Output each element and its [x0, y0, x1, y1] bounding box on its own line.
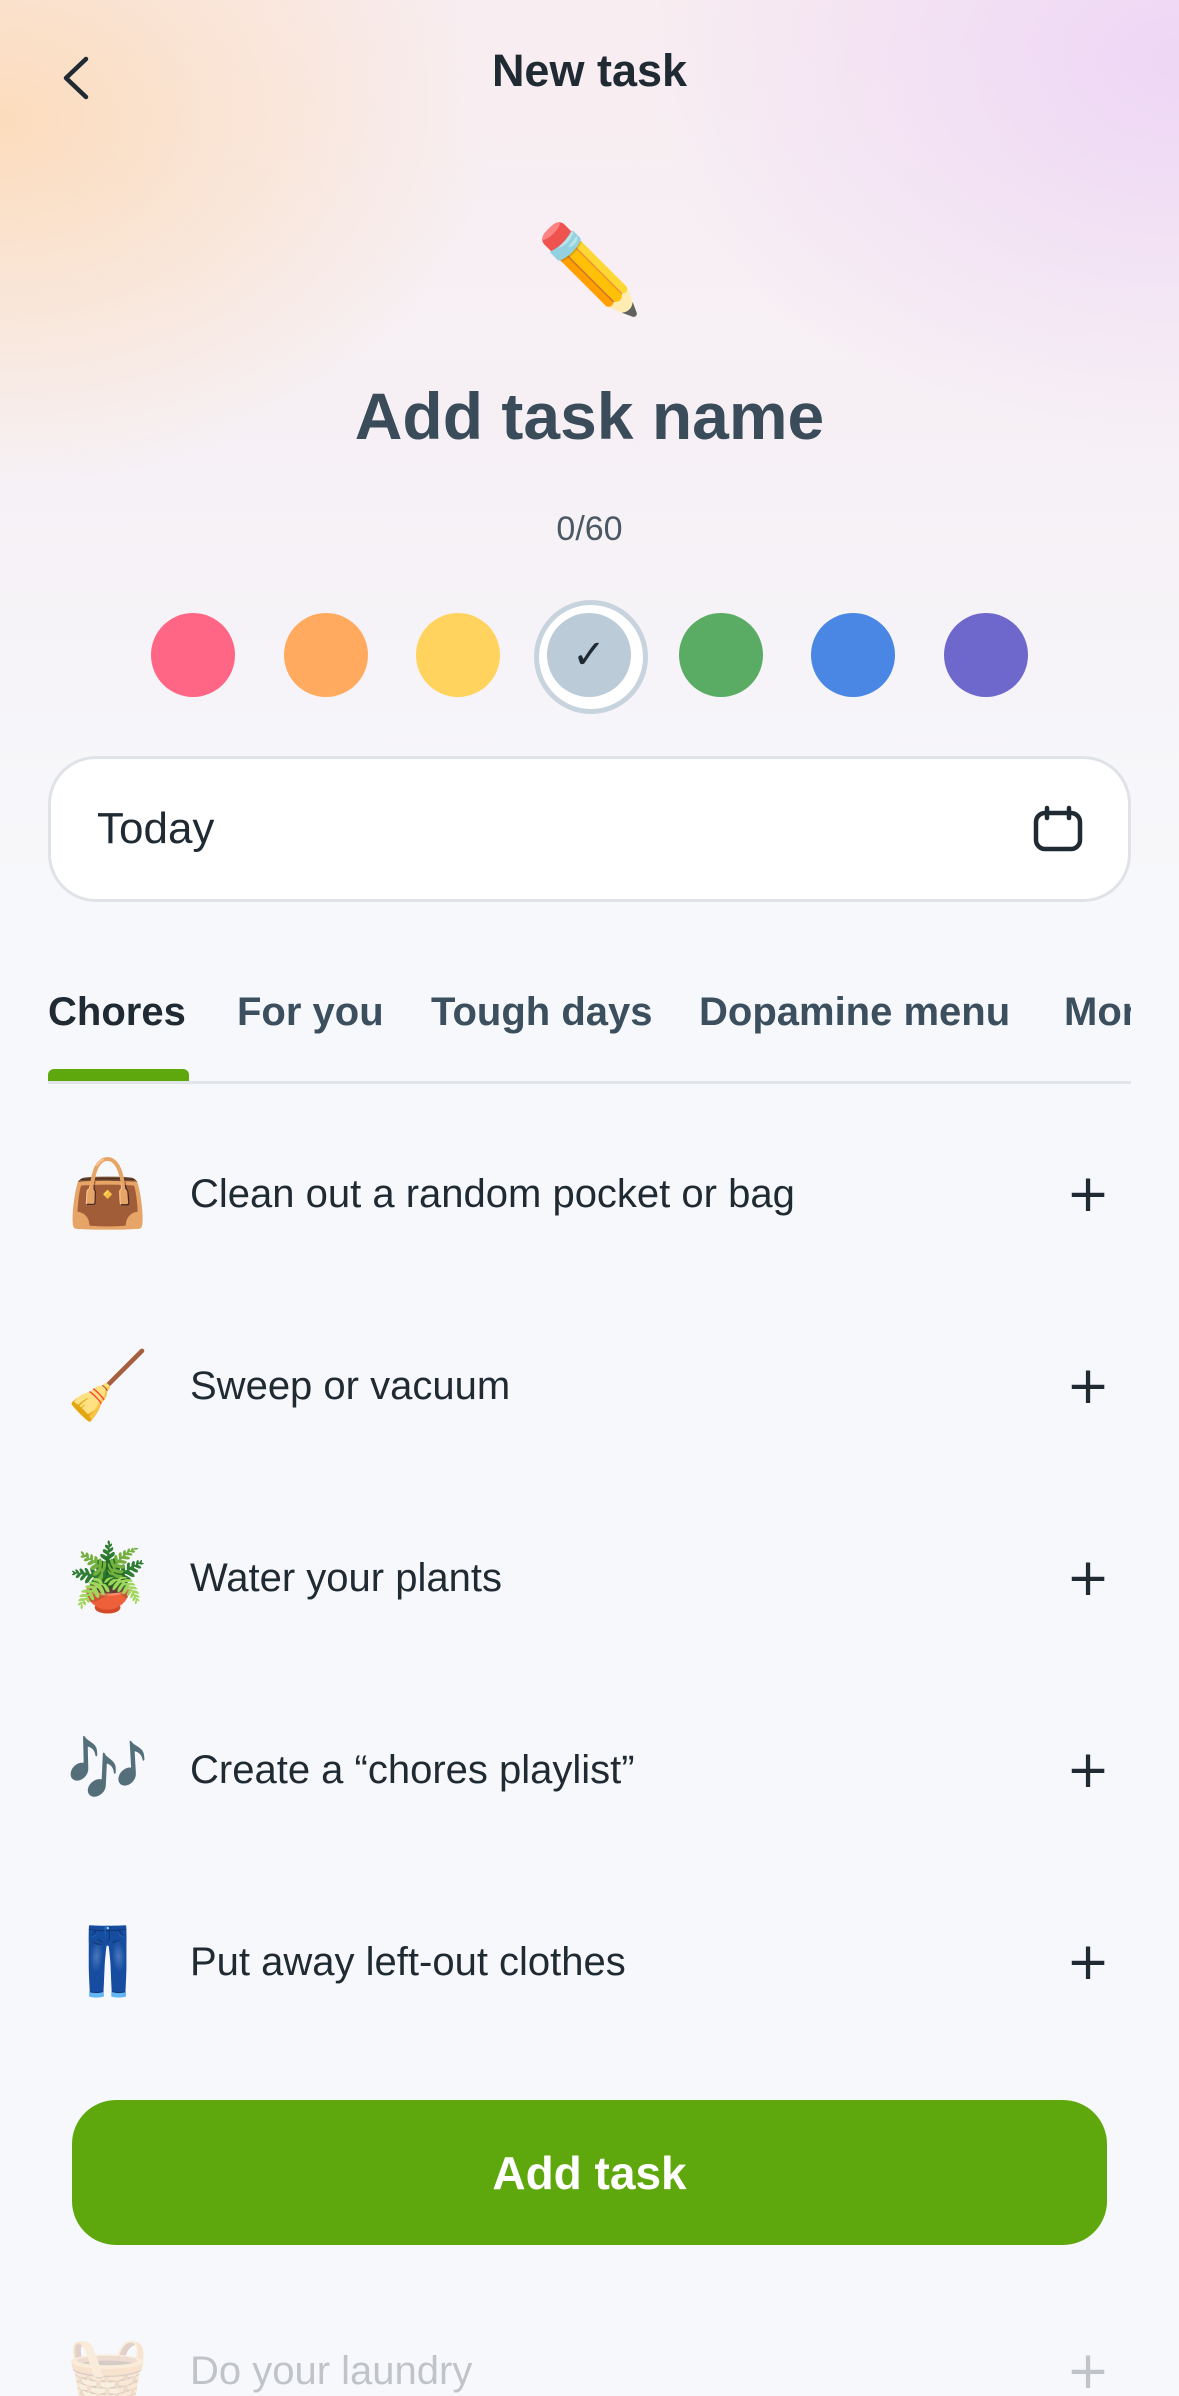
- list-item-label: Put away left-out clothes: [190, 1939, 626, 1984]
- char-count: 0/60: [556, 510, 623, 548]
- tab-tough-days[interactable]: Tough days: [431, 976, 652, 1081]
- list-item[interactable]: 👖 Put away left-out clothes +: [48, 1887, 1131, 2037]
- page-title: New task: [491, 45, 688, 96]
- tab-indicator: [48, 1069, 189, 1081]
- music-notes-icon: 🎶: [66, 1731, 150, 1808]
- color-picker: ✓: [0, 596, 1179, 716]
- calendar-icon: [1033, 805, 1083, 852]
- tab-chores[interactable]: Chores: [48, 976, 186, 1081]
- jeans-icon: 👖: [66, 1923, 150, 2000]
- list-item[interactable]: 🧹 Sweep or vacuum +: [48, 1311, 1131, 1461]
- color-swatch-orange[interactable]: [284, 613, 368, 697]
- add-suggestion-button[interactable]: +: [1053, 1543, 1123, 1613]
- list-item[interactable]: 🧺 Do your laundry +: [48, 2296, 1131, 2396]
- list-item-label: Create a “chores playlist”: [190, 1747, 635, 1792]
- add-suggestion-button[interactable]: +: [1053, 1159, 1123, 1229]
- bag-icon: 👜: [66, 1155, 150, 1232]
- date-selector[interactable]: Today: [48, 756, 1131, 902]
- add-suggestion-button[interactable]: +: [1053, 1927, 1123, 1997]
- list-item-label: Sweep or vacuum: [190, 1363, 511, 1408]
- category-tabs: Chores For you Tough days Dopamine menu …: [48, 976, 1131, 1084]
- color-swatch-purple[interactable]: [944, 613, 1028, 697]
- laundry-basket-icon: 🧺: [66, 2332, 150, 2396]
- color-swatch-blue[interactable]: [811, 613, 895, 697]
- list-item[interactable]: 🎶 Create a “chores playlist” +: [48, 1695, 1131, 1845]
- list-item[interactable]: 👜 Clean out a random pocket or bag +: [48, 1119, 1131, 1269]
- list-item-label: Clean out a random pocket or bag: [190, 1171, 795, 1216]
- color-swatch-pink[interactable]: [151, 613, 235, 697]
- add-suggestion-button[interactable]: +: [1053, 1735, 1123, 1805]
- list-item[interactable]: 🪴 Water your plants +: [48, 1503, 1131, 1653]
- tab-dopamine-menu[interactable]: Dopamine menu: [699, 976, 1010, 1081]
- list-item-label: Water your plants: [190, 1555, 502, 1600]
- tab-more[interactable]: More: [1064, 976, 1131, 1081]
- task-emoji-button[interactable]: ✏️: [0, 215, 1179, 325]
- potted-plant-icon: 🪴: [66, 1539, 150, 1616]
- color-swatch-gray[interactable]: ✓: [534, 600, 648, 714]
- color-swatch-green[interactable]: [679, 613, 763, 697]
- date-value: Today: [97, 804, 215, 853]
- broom-icon: 🧹: [66, 1347, 150, 1424]
- color-swatch-yellow[interactable]: [416, 613, 500, 697]
- add-suggestion-button[interactable]: +: [1053, 1351, 1123, 1421]
- list-item-label: Do your laundry: [190, 2348, 473, 2393]
- add-suggestion-button[interactable]: +: [1053, 2336, 1123, 2396]
- tab-for-you[interactable]: For you: [237, 976, 384, 1081]
- task-name-input[interactable]: [0, 378, 1179, 454]
- check-icon: ✓: [572, 632, 606, 678]
- add-task-button[interactable]: Add task: [72, 2100, 1107, 2245]
